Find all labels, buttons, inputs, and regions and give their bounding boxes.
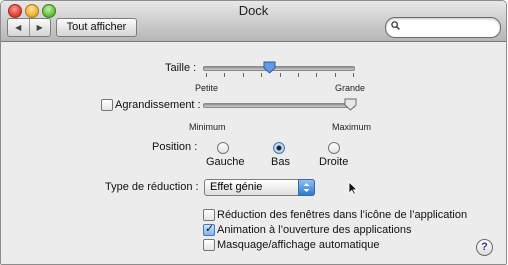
search-icon [391,21,400,30]
slider-tick [206,73,207,77]
minimize-into-app-icon-label: Réduction des fenêtres dans l’icône de l… [217,209,468,221]
slider-tick [224,73,225,77]
slider-tick [243,73,244,77]
position-left-radio[interactable] [217,142,229,154]
minimize-effect-value: Effet génie [210,181,263,193]
magnification-max-label: Maximum [332,122,372,132]
search-input[interactable] [404,20,498,36]
slider-tick [335,73,336,77]
size-max-label: Grande [335,83,366,93]
size-slider-track[interactable] [203,66,355,71]
size-label: Taille : [165,62,197,74]
back-button[interactable]: ◀ [8,19,29,36]
slider-tick [280,73,281,77]
minimize-effect-popup[interactable]: Effet génie [204,179,315,196]
titlebar: Dock ◀ ▶ Tout afficher [1,1,506,42]
position-bottom-radio[interactable] [273,142,285,154]
popup-arrows-icon [298,179,315,196]
slider-tick [261,73,262,77]
search-field[interactable] [385,17,501,38]
size-min-label: Petite [195,83,219,93]
slider-tick [316,73,317,77]
slider-tick [298,73,299,77]
minimize-into-app-icon-checkbox[interactable] [203,209,215,221]
position-right-label: Droite [319,156,349,168]
magnification-min-label: Minimum [189,122,226,132]
magnification-slider-thumb[interactable] [344,98,357,111]
checkmark-icon: ✓ [205,223,215,235]
animate-opening-apps-checkbox[interactable]: ✓ [203,223,215,236]
back-icon: ◀ [15,23,22,32]
back-forward-control: ◀ ▶ [7,18,51,37]
position-left-label: Gauche [206,156,245,168]
window-title: Dock [238,3,269,18]
help-button[interactable]: ? [476,239,493,256]
magnification-checkbox[interactable] [101,99,113,111]
mouse-pointer-icon [348,181,358,195]
forward-icon: ▶ [36,23,43,32]
minimize-effect-label: Type de réduction : [105,181,199,193]
show-all-button[interactable]: Tout afficher [56,18,137,37]
position-bottom-label: Bas [271,156,290,168]
dock-preferences-window: Dock ◀ ▶ Tout afficher Taille : Petite G… [0,0,507,265]
auto-hide-checkbox[interactable] [203,239,215,251]
forward-button[interactable]: ▶ [28,19,51,36]
slider-tick [353,73,354,77]
animate-opening-apps-label: Animation à l’ouverture des applications [217,224,412,236]
position-label: Position : [152,141,198,153]
magnification-slider-track[interactable] [203,103,355,108]
size-slider-ticks [206,73,354,78]
magnification-label: Agrandissement : [115,99,201,111]
size-slider-thumb[interactable] [263,61,276,74]
auto-hide-label: Masquage/affichage automatique [217,239,380,251]
position-right-radio[interactable] [328,142,340,154]
